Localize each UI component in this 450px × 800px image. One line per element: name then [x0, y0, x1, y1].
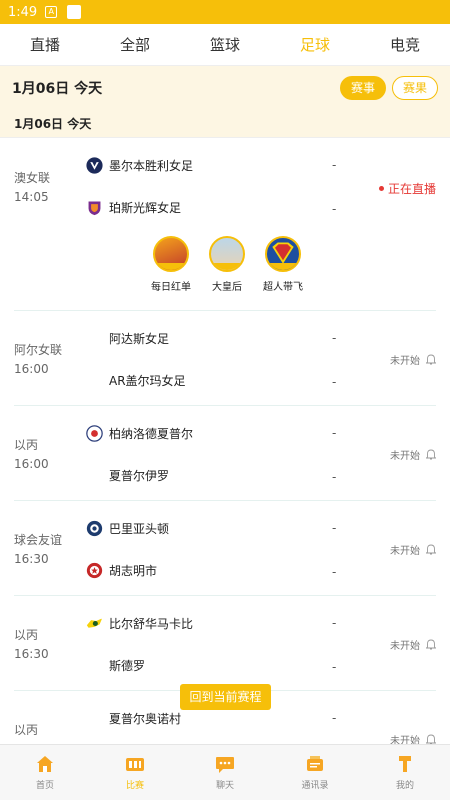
away-team: 夏普尔伊罗	[109, 469, 170, 483]
notification-square-icon	[67, 5, 82, 19]
home-team: 比尔舒华马卡比	[86, 615, 193, 632]
bottom-nav: 首页 比赛 聊天 通讯录 我的	[0, 744, 450, 800]
date-title: 1月06日 今天	[12, 81, 103, 97]
streamer-tag	[211, 263, 243, 270]
melbourne-victory-logo-icon	[86, 157, 103, 174]
streamer-item[interactable]: 超人带飞	[258, 236, 308, 293]
league-name: 以丙	[14, 723, 39, 737]
streamer-avatar	[265, 236, 301, 272]
club-crest-icon	[86, 562, 103, 579]
streamer-item[interactable]: 每日红单	[146, 236, 196, 293]
club-crest-icon	[86, 425, 103, 442]
streamer-item[interactable]: 大皇后	[202, 236, 252, 293]
match-status[interactable]: 未开始	[390, 732, 436, 744]
home-score: -	[332, 331, 337, 345]
schedule-button[interactable]: 赛事	[339, 76, 386, 100]
home-team: 阿达斯女足	[109, 332, 170, 346]
bell-icon[interactable]	[426, 639, 436, 650]
away-score: -	[332, 470, 337, 484]
nav-matches[interactable]: 比赛	[90, 745, 180, 800]
home-team: 柏纳洛德夏普尔	[86, 425, 193, 442]
match-time: 16:00	[14, 362, 49, 376]
match-row[interactable]: 阿尔女联 16:00 阿达斯女足 AR盖尔玛女足 - - 未开始	[14, 311, 436, 406]
sport-tabs: 直播 全部 篮球 足球 电竞	[0, 24, 450, 66]
status-bar: 1:49 A	[0, 0, 450, 24]
live-status[interactable]: 正在直播	[378, 180, 436, 197]
home-score: -	[332, 616, 337, 630]
status-time: 1:49	[8, 4, 38, 20]
home-score: -	[332, 711, 337, 725]
contacts-icon	[307, 756, 323, 771]
match-status[interactable]: 未开始	[390, 352, 436, 367]
streamer-avatar	[209, 236, 245, 272]
league-name: 阿尔女联	[14, 343, 63, 357]
home-team: 巴里亚头顿	[86, 520, 169, 537]
nav-profile[interactable]: 我的	[360, 745, 450, 800]
match-time: 16:30	[14, 647, 49, 661]
matches-icon	[126, 758, 144, 771]
profile-icon	[399, 756, 411, 772]
match-row[interactable]: 以丙 16:30 比尔舒华马卡比 斯德罗 - - 未开始	[14, 596, 436, 691]
bell-icon[interactable]	[426, 544, 436, 555]
match-time: 16:00	[14, 457, 49, 471]
match-time: 14:05	[14, 190, 49, 204]
league-name: 澳女联	[14, 171, 51, 185]
home-icon	[37, 756, 53, 772]
match-row[interactable]: 澳女联 14:05 墨尔本胜利女足 珀斯光辉女足 - - 正在直播 每日红单 大…	[14, 138, 436, 311]
away-team: 珀斯光辉女足	[86, 199, 181, 216]
away-score: -	[332, 565, 337, 579]
tab-live[interactable]: 直播	[0, 24, 90, 65]
tab-esports[interactable]: 电竞	[360, 24, 450, 65]
league-name: 以丙	[14, 628, 39, 642]
home-score: -	[332, 521, 337, 535]
bell-icon[interactable]	[426, 449, 436, 460]
nav-chat[interactable]: 聊天	[180, 745, 270, 800]
home-team: 墨尔本胜利女足	[86, 157, 193, 174]
streamer-list: 每日红单 大皇后 超人带飞	[146, 236, 314, 293]
match-time: 16:30	[14, 552, 49, 566]
league-name: 以丙	[14, 438, 39, 452]
match-row[interactable]: 以丙 16:00 柏纳洛德夏普尔 夏普尔伊罗 - - 未开始	[14, 406, 436, 501]
away-score: -	[332, 202, 337, 216]
tab-football[interactable]: 足球	[270, 24, 360, 65]
results-button[interactable]: 赛果	[391, 76, 438, 100]
match-status[interactable]: 未开始	[390, 542, 436, 557]
home-score: -	[332, 158, 337, 172]
nav-home[interactable]: 首页	[0, 745, 90, 800]
club-crest-icon	[86, 618, 103, 628]
away-score: -	[332, 375, 337, 389]
perth-glory-logo-icon	[88, 201, 101, 216]
away-team: AR盖尔玛女足	[109, 374, 186, 388]
date-subheader: 1月06日 今天	[0, 110, 450, 138]
back-to-current-button[interactable]: 回到当前赛程	[180, 684, 271, 710]
away-score: -	[332, 660, 337, 674]
match-list[interactable]: 澳女联 14:05 墨尔本胜利女足 珀斯光辉女足 - - 正在直播 每日红单 大…	[0, 138, 450, 744]
club-crest-icon	[86, 520, 103, 537]
away-team: 斯德罗	[109, 659, 146, 673]
notification-a-icon: A	[45, 6, 58, 18]
home-team: 夏普尔奥诺村	[109, 712, 182, 726]
bell-icon[interactable]	[426, 734, 436, 744]
tab-basketball[interactable]: 篮球	[180, 24, 270, 65]
match-status[interactable]: 未开始	[390, 447, 436, 462]
tab-all[interactable]: 全部	[90, 24, 180, 65]
live-dot-icon	[378, 186, 384, 191]
league-name: 球会友谊	[14, 533, 63, 547]
streamer-tag	[267, 263, 299, 270]
home-score: -	[332, 426, 337, 440]
chat-icon	[216, 757, 234, 773]
streamer-avatar	[153, 236, 189, 272]
away-team: 胡志明市	[86, 562, 157, 579]
streamer-tag	[155, 263, 187, 270]
bell-icon[interactable]	[426, 354, 436, 365]
match-status[interactable]: 未开始	[390, 637, 436, 652]
date-header: 1月06日 今天 赛事 赛果	[0, 66, 450, 110]
match-row[interactable]: 球会友谊 16:30 巴里亚头顿 胡志明市 - - 未开始	[14, 501, 436, 596]
nav-contacts[interactable]: 通讯录	[270, 745, 360, 800]
